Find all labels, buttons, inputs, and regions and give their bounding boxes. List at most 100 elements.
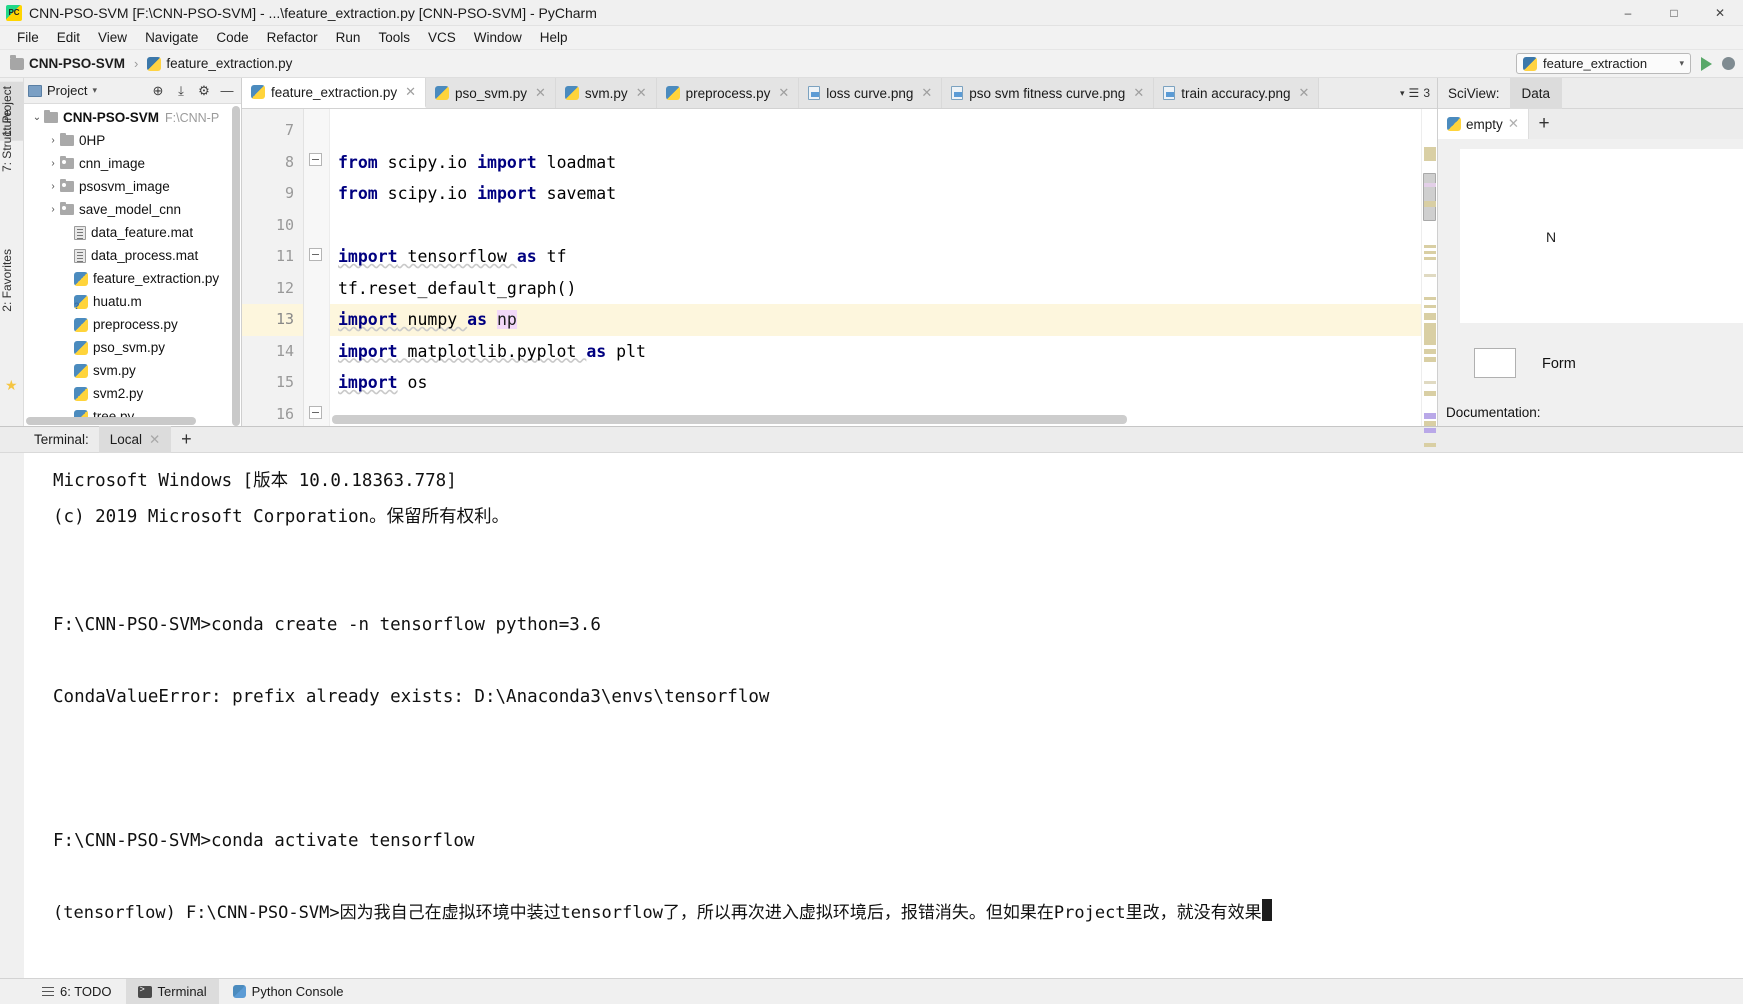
tree-node-root[interactable]: ⌄ CNN-PSO-SVM F:\CNN-P [24, 106, 241, 129]
sciview-header: SciView: Data [1438, 77, 1743, 109]
image-file-icon [951, 86, 964, 100]
close-icon[interactable]: ✕ [1133, 85, 1144, 101]
project-panel-title: Project [47, 83, 88, 98]
run-configuration-selector[interactable]: feature_extraction ▾ [1516, 53, 1691, 74]
marker-stripe [1424, 349, 1436, 354]
locate-icon[interactable]: ⊕ [148, 81, 168, 101]
menu-file[interactable]: File [8, 28, 48, 47]
menu-edit[interactable]: Edit [48, 28, 89, 47]
editor-tab-loss-curve[interactable]: loss curve.png ✕ [799, 78, 943, 108]
code-line: import matplotlib.pyplot as plt [330, 336, 1421, 368]
project-panel-title-group[interactable]: Project ▾ [28, 83, 97, 98]
breadcrumb-file[interactable]: feature_extraction.py [166, 56, 292, 71]
tree-node-svm2-py[interactable]: svm2.py [24, 382, 241, 405]
menu-run[interactable]: Run [327, 28, 370, 47]
terminal-add-button[interactable]: + [171, 429, 201, 450]
python-file-icon [434, 86, 449, 100]
tree-node-svm-py[interactable]: svm.py [24, 359, 241, 382]
tree-node-cnn-image[interactable]: › cnn_image [24, 152, 241, 175]
sciview-data-tab[interactable]: Data [1509, 77, 1563, 109]
editor-tab-feature-extraction[interactable]: feature_extraction.py ✕ [242, 78, 426, 108]
close-icon[interactable]: ✕ [535, 85, 546, 101]
debug-icon[interactable] [1722, 57, 1735, 70]
settings-gear-icon[interactable]: ⚙ [194, 81, 214, 101]
tab-list-icon[interactable]: ☰ [1409, 86, 1420, 100]
tree-node-feature-extraction-py[interactable]: feature_extraction.py [24, 267, 241, 290]
fold-marker-icon[interactable] [309, 248, 322, 261]
menu-refactor[interactable]: Refactor [258, 28, 327, 47]
status-python-console[interactable]: Python Console [221, 979, 356, 1004]
hide-icon[interactable]: — [217, 81, 237, 101]
tool-window-structure[interactable]: 7: Structure [0, 106, 24, 176]
tree-node-huatu-m[interactable]: huatu.m [24, 290, 241, 313]
project-tree-hscrollbar[interactable] [26, 417, 196, 425]
editor-tab-svm[interactable]: svm.py ✕ [555, 78, 657, 108]
chevron-down-icon[interactable]: ▾ [1400, 88, 1405, 99]
code-line: from scipy.io import savemat [330, 178, 1421, 210]
collapse-all-icon[interactable]: ⤓ [171, 81, 191, 101]
project-tree-scrollbar[interactable] [232, 106, 240, 426]
tree-node-pso-svm-py[interactable]: pso_svm.py [24, 336, 241, 359]
menu-view[interactable]: View [89, 28, 136, 47]
menu-navigate[interactable]: Navigate [136, 28, 207, 47]
scrollbar-thumb[interactable] [1423, 173, 1436, 221]
minimize-button[interactable]: – [1605, 0, 1651, 26]
chevron-right-icon[interactable]: › [46, 204, 60, 215]
close-icon[interactable]: ✕ [1299, 85, 1310, 101]
editor-tab-pso-svm[interactable]: pso_svm.py ✕ [425, 78, 556, 108]
line-number: 14 [275, 341, 294, 360]
run-icon[interactable] [1701, 56, 1712, 71]
tree-node-data-process-mat[interactable]: data_process.mat [24, 244, 241, 267]
tool-window-favorites[interactable]: 2: Favorites [0, 245, 24, 316]
terminal-tab-local[interactable]: Local ✕ [98, 426, 172, 453]
marker-stripe [1424, 201, 1436, 207]
tree-node-save-model-cnn[interactable]: › save_model_cnn [24, 198, 241, 221]
code-line: import tensorflow as tf [330, 241, 1421, 273]
color-swatch[interactable] [1474, 348, 1516, 378]
terminal-output[interactable]: Microsoft Windows [版本 10.0.18363.778] (c… [0, 453, 1743, 978]
terminal-line: Microsoft Windows [版本 10.0.18363.778] [53, 471, 457, 491]
sciview-body: N Form Documentation: [1438, 139, 1743, 426]
editor-tab-train-accuracy[interactable]: train accuracy.png ✕ [1154, 78, 1320, 108]
menu-window[interactable]: Window [465, 28, 531, 47]
status-terminal[interactable]: Terminal [125, 978, 219, 1004]
sciview-tab-empty[interactable]: empty ✕ [1438, 109, 1530, 139]
tree-node-data-feature-mat[interactable]: data_feature.mat [24, 221, 241, 244]
menu-tools[interactable]: Tools [369, 28, 419, 47]
chevron-right-icon[interactable]: › [46, 135, 60, 146]
close-button[interactable]: ✕ [1697, 0, 1743, 26]
mat-file-icon [74, 248, 86, 263]
terminal-line: (c) 2019 Microsoft Corporation。保留所有权利。 [53, 507, 510, 527]
close-icon[interactable]: ✕ [1508, 116, 1519, 132]
close-icon[interactable]: ✕ [921, 85, 932, 101]
menu-vcs[interactable]: VCS [419, 28, 465, 47]
chevron-right-icon[interactable]: › [46, 181, 60, 192]
tree-node-preprocess-py[interactable]: preprocess.py [24, 313, 241, 336]
marker-stripe [1424, 443, 1436, 447]
close-icon[interactable]: ✕ [149, 432, 160, 448]
maximize-button[interactable]: □ [1651, 0, 1697, 26]
tree-node-psosvm-image[interactable]: › psosvm_image [24, 175, 241, 198]
editor-horizontal-scrollbar[interactable] [332, 415, 1127, 424]
status-todo[interactable]: 6: TODO [30, 979, 124, 1004]
status-todo-label: 6: TODO [60, 984, 112, 999]
close-icon[interactable]: ✕ [405, 84, 416, 100]
menu-help[interactable]: Help [531, 28, 577, 47]
editor-marker-bar[interactable] [1421, 109, 1437, 467]
sciview-add-button[interactable]: + [1529, 109, 1559, 139]
tree-node-0hp[interactable]: › 0HP [24, 129, 241, 152]
menu-code[interactable]: Code [207, 28, 257, 47]
fold-marker-icon[interactable] [309, 153, 322, 166]
breadcrumb-project[interactable]: CNN-PSO-SVM [29, 56, 125, 71]
editor-tab-preprocess[interactable]: preprocess.py ✕ [656, 78, 800, 108]
close-icon[interactable]: ✕ [778, 85, 789, 101]
fold-marker-icon[interactable] [309, 406, 322, 419]
chevron-right-icon[interactable]: › [46, 158, 60, 169]
sciview-tab-row: empty ✕ + [1438, 109, 1743, 139]
editor-tab-overflow[interactable]: ▾ ☰ 3 [1393, 78, 1437, 108]
chevron-down-icon[interactable]: ⌄ [30, 112, 44, 123]
code-editor[interactable]: from scipy.io import loadmat from scipy.… [330, 109, 1421, 426]
python-file-icon [1447, 117, 1461, 131]
close-icon[interactable]: ✕ [636, 85, 647, 101]
editor-tab-pso-svm-fitness-curve[interactable]: pso svm fitness curve.png ✕ [942, 78, 1155, 108]
